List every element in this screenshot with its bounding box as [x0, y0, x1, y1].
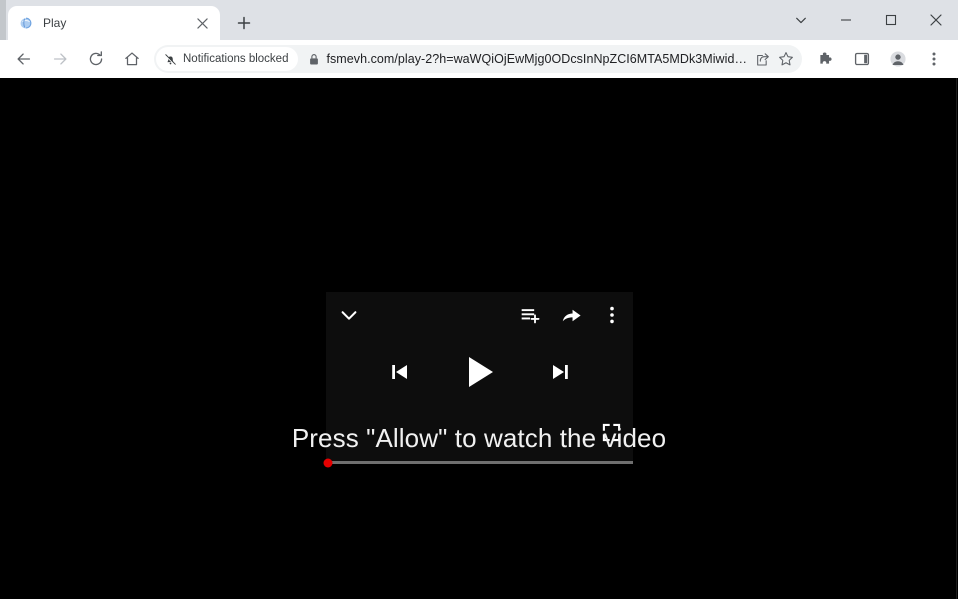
profile-avatar[interactable] — [884, 45, 912, 73]
plus-icon — [237, 16, 251, 30]
site-favicon — [17, 15, 34, 32]
reload-icon — [89, 51, 103, 66]
player-top-actions — [520, 305, 621, 326]
url-text: fsmevh.com/play-2?h=waWQiOjEwMjg0ODcsInN… — [326, 52, 750, 66]
next-track-icon[interactable] — [548, 360, 572, 384]
browser-tab[interactable]: Play — [8, 6, 220, 40]
player-more-kebab-icon[interactable] — [603, 306, 621, 324]
extensions-button[interactable] — [812, 45, 840, 73]
chevron-down-icon — [795, 17, 806, 24]
page-content: Press "Allow" to watch the video — [0, 78, 958, 599]
bookmark-star-icon[interactable] — [774, 47, 798, 71]
player-controls — [326, 352, 633, 392]
tab-strip: Play — [0, 0, 958, 40]
tab-search-button[interactable] — [778, 3, 823, 37]
side-panel-button[interactable] — [848, 45, 876, 73]
home-icon — [125, 52, 139, 66]
new-tab-button[interactable] — [230, 9, 258, 37]
chrome-menu-button[interactable] — [920, 45, 948, 73]
player-top-bar — [326, 292, 633, 338]
close-button[interactable] — [913, 3, 958, 37]
add-to-queue-icon[interactable] — [520, 305, 540, 325]
notifications-blocked-icon — [164, 53, 177, 66]
notifications-blocked-chip[interactable]: Notifications blocked — [156, 47, 299, 71]
tab-title: Play — [43, 16, 67, 30]
kebab-menu-icon — [932, 52, 936, 66]
maximize-button[interactable] — [868, 3, 913, 37]
minimize-button[interactable] — [823, 3, 868, 37]
collapse-chevron-down-icon[interactable] — [338, 304, 360, 326]
address-bar[interactable]: Notifications blocked fsmevh.com/play-2?… — [154, 45, 802, 73]
forward-button[interactable] — [46, 45, 74, 73]
progress-bar[interactable] — [323, 458, 633, 467]
browser-window: Play Notifications blocked fsmevh.com/pl… — [0, 0, 958, 599]
previous-track-icon[interactable] — [388, 360, 412, 384]
lock-icon[interactable] — [302, 53, 326, 66]
window-controls — [778, 0, 958, 40]
omnibox-actions — [750, 47, 798, 71]
progress-scrubber[interactable] — [323, 458, 333, 467]
back-button[interactable] — [10, 45, 38, 73]
arrow-left-icon — [17, 53, 31, 65]
page-headline: Press "Allow" to watch the video — [291, 423, 667, 453]
side-panel-icon — [854, 52, 870, 66]
maximize-icon — [885, 14, 896, 26]
arrow-right-icon — [53, 53, 67, 65]
minimize-icon — [840, 19, 851, 21]
reload-button[interactable] — [82, 45, 110, 73]
share-arrow-icon[interactable] — [561, 305, 582, 326]
home-button[interactable] — [118, 45, 146, 73]
tab-close-icon[interactable] — [193, 14, 211, 32]
puzzle-icon — [819, 52, 832, 64]
browser-toolbar: Notifications blocked fsmevh.com/play-2?… — [0, 40, 958, 78]
share-icon[interactable] — [750, 47, 774, 71]
avatar-icon — [890, 51, 906, 67]
play-button-icon[interactable] — [460, 352, 500, 392]
close-icon — [929, 14, 942, 26]
notifications-blocked-label: Notifications blocked — [183, 53, 289, 65]
